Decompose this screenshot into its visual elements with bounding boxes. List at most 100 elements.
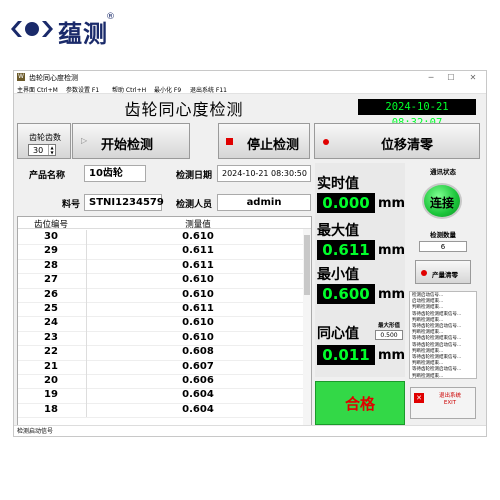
tooth-count-value: 30 xyxy=(33,146,44,155)
material-field[interactable]: STNI1234579 xyxy=(84,194,164,211)
min-unit: mm xyxy=(378,287,406,302)
tooth-number-cell: 27 xyxy=(44,274,58,286)
brand-logo-icon xyxy=(11,21,53,37)
brand-name: 蕴测 xyxy=(58,20,108,48)
table-row[interactable]: 27 0.610 xyxy=(18,273,303,289)
measurement-panel: 实时值 0.000 mm 最大值 0.611 mm 最小值 0.600 mm 同… xyxy=(315,163,405,377)
inspector-field[interactable]: admin xyxy=(217,194,311,211)
start-detect-label: 开始检测 xyxy=(101,138,154,153)
exit-button[interactable]: ✕ 退出系统 EXIT xyxy=(410,387,476,419)
max-value: 0.611 xyxy=(317,240,375,260)
detect-count-value: 6 xyxy=(419,241,467,252)
maximize-button[interactable]: ☐ xyxy=(444,72,458,83)
menu-help[interactable]: 帮助 Ctrl+H xyxy=(112,85,146,94)
product-name-field[interactable]: 10齿轮 xyxy=(84,165,146,182)
tooth-number-cell: 23 xyxy=(44,331,58,343)
stop-icon xyxy=(226,138,233,145)
table-row[interactable]: 22 0.608 xyxy=(18,345,303,361)
detect-date-field: 2024-10-21 08:30:50 xyxy=(217,165,311,182)
spin-down-icon[interactable]: ▼ xyxy=(48,150,55,155)
table-row[interactable]: 23 0.610 xyxy=(18,330,303,347)
detect-count-label: 检测数量 xyxy=(430,231,456,239)
inspector-label: 检测人员 xyxy=(176,200,213,210)
menu-minimize[interactable]: 最小化 F9 xyxy=(154,85,181,94)
status-bar: 检测启动信号 xyxy=(14,425,486,436)
close-button[interactable]: ✕ xyxy=(466,72,480,83)
exit-label: 退出系统 EXIT xyxy=(427,393,473,407)
table-row[interactable]: 24 0.610 xyxy=(18,316,303,332)
measurement-value-cell: 0.607 xyxy=(182,360,214,372)
result-pass-indicator: 合格 xyxy=(315,381,405,425)
status-panel: 通讯状态 连接 检测数量 6 产量清零 检测启动信号... 启动检测结束... 判断… xyxy=(407,163,479,379)
start-detect-button[interactable]: ▷ 开始检测 xyxy=(72,123,190,159)
log-list: 检测启动信号... 启动检测结束... 判断检测结束... 等待齿轮检测结束信号...… xyxy=(409,291,477,379)
measurement-value-cell: 0.604 xyxy=(182,403,214,415)
table-row[interactable]: 30 0.610 xyxy=(18,230,303,246)
product-name-label: 产品名称 xyxy=(29,171,66,181)
table-row[interactable]: 29 0.611 xyxy=(18,244,303,260)
min-label: 最小值 xyxy=(317,267,359,283)
menu-settings[interactable]: 参数设置 F1 xyxy=(66,85,99,94)
window-title: 齿轮同心度检测 xyxy=(29,74,78,82)
clear-indicator-icon xyxy=(421,270,427,276)
tooth-number-cell: 29 xyxy=(44,245,58,257)
measurement-value-cell: 0.610 xyxy=(182,288,214,300)
table-row[interactable]: 18 0.604 xyxy=(18,402,303,419)
page-title: 齿轮同心度检测 xyxy=(124,100,244,119)
stop-detect-label: 停止检测 xyxy=(247,138,300,153)
tooth-number-cell: 21 xyxy=(44,360,58,372)
zero-displacement-label: 位移清零 xyxy=(381,138,434,153)
min-value: 0.600 xyxy=(317,284,375,304)
minimize-button[interactable]: ─ xyxy=(424,72,438,83)
measurement-table: 齿位编号 测量值 30 0.610 29 0.611 28 0.611 27 0.610 26 0… xyxy=(17,216,312,434)
table-row[interactable]: 25 0.611 xyxy=(18,302,303,318)
scrollbar-thumb[interactable] xyxy=(304,235,310,295)
measurement-value-cell: 0.611 xyxy=(182,245,214,257)
column-header-value: 测量值 xyxy=(185,220,211,230)
table-header: 齿位编号 测量值 xyxy=(18,217,311,230)
log-line: 判断检测结束... xyxy=(412,373,444,379)
menu-main[interactable]: 主界面 Ctrl+M xyxy=(17,85,58,94)
measurement-value-cell: 0.604 xyxy=(182,389,214,401)
title-bar: W 齿轮同心度检测 ─ ☐ ✕ xyxy=(14,71,486,84)
tooth-number-cell: 25 xyxy=(44,303,58,314)
measurement-value-cell: 0.610 xyxy=(182,331,214,343)
zero-displacement-button[interactable]: 位移清零 xyxy=(314,123,480,159)
measurement-value-cell: 0.606 xyxy=(182,375,214,386)
comm-status-label: 通讯状态 xyxy=(430,168,456,176)
realtime-value: 0.000 xyxy=(317,193,375,213)
measurement-value-cell: 0.611 xyxy=(182,259,214,271)
table-row[interactable]: 21 0.607 xyxy=(18,359,303,375)
app-icon: W xyxy=(17,73,25,81)
max-unit: mm xyxy=(378,243,406,258)
connect-button[interactable]: 连接 xyxy=(422,183,462,219)
tooth-count-input[interactable]: 30 ▲ ▼ xyxy=(28,144,56,156)
exit-icon: ✕ xyxy=(414,393,424,403)
tooth-number-cell: 24 xyxy=(44,317,58,329)
table-row[interactable]: 19 0.604 xyxy=(18,388,303,404)
realtime-unit: mm xyxy=(378,196,406,211)
column-header-tooth: 齿位编号 xyxy=(33,220,68,230)
menu-exit[interactable]: 退出系统 F11 xyxy=(190,85,227,94)
stop-detect-button[interactable]: 停止检测 xyxy=(218,123,310,159)
max-deviation-field[interactable]: 0.500 xyxy=(375,330,403,340)
tooth-number-cell: 19 xyxy=(44,389,58,401)
detect-date-label: 检测日期 xyxy=(176,171,213,181)
measurement-value-cell: 0.610 xyxy=(182,317,214,329)
max-deviation-label: 最大形值 xyxy=(377,323,400,329)
tooth-number-cell: 20 xyxy=(44,375,58,386)
table-scrollbar[interactable] xyxy=(303,229,311,433)
menu-bar: 主界面 Ctrl+M 参数设置 F1 帮助 Ctrl+H 最小化 F9 退出系统… xyxy=(14,84,486,94)
exit-label-en: EXIT xyxy=(443,400,457,406)
realtime-label: 实时值 xyxy=(317,176,359,192)
tooth-number-cell: 30 xyxy=(44,231,58,242)
clear-production-button[interactable]: 产量清零 xyxy=(415,260,471,284)
tooth-count-box: 齿轮齿数 30 ▲ ▼ xyxy=(17,123,71,159)
table-row[interactable]: 28 0.611 xyxy=(18,258,303,275)
tooth-number-cell: 28 xyxy=(44,259,58,271)
max-label: 最大值 xyxy=(317,223,359,239)
table-row[interactable]: 20 0.606 xyxy=(18,374,303,390)
table-row[interactable]: 26 0.610 xyxy=(18,287,303,303)
concentricity-label: 同心值 xyxy=(317,326,359,342)
concentricity-unit: mm xyxy=(378,348,406,363)
